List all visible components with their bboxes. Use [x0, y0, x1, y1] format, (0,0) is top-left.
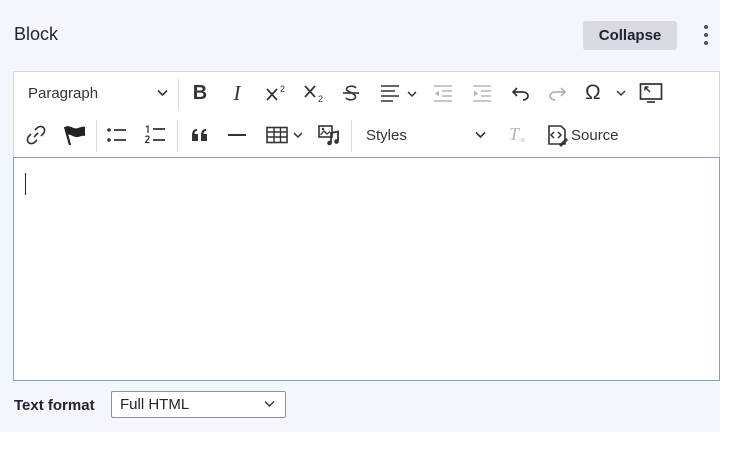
redo-button[interactable] [544, 79, 572, 107]
remove-format-button[interactable]: T × [504, 121, 532, 149]
fullscreen-icon [639, 83, 663, 103]
remove-format-icon: T × [509, 125, 525, 145]
more-options-icon[interactable] [696, 22, 716, 48]
styles-dropdown[interactable]: Styles [358, 121, 496, 149]
text-format-selected-value: Full HTML [120, 396, 190, 413]
chevron-down-icon [475, 131, 486, 139]
table-icon [266, 126, 303, 144]
italic-icon: I [233, 80, 241, 105]
chevron-down-icon [616, 90, 626, 97]
horizontal-line-button[interactable] [223, 121, 251, 149]
superscript-button[interactable]: 2 [262, 79, 292, 107]
bold-icon: B [192, 81, 208, 104]
collapse-button[interactable]: Collapse [583, 21, 677, 50]
paragraph-dropdown-label: Paragraph [28, 84, 99, 102]
source-icon [548, 125, 568, 147]
anchor-flag-button[interactable] [58, 121, 90, 149]
source-button[interactable]: Source [541, 121, 625, 149]
horizontal-line-icon [228, 134, 246, 136]
toolbar-separator [177, 120, 178, 152]
text-format-select[interactable]: Full HTML [111, 391, 286, 418]
align-icon [381, 85, 417, 102]
strikethrough-icon [343, 85, 359, 101]
special-characters-icon: Ω [585, 81, 601, 104]
numbered-list-icon [144, 125, 165, 144]
media-button[interactable] [313, 121, 345, 149]
superscript-icon: 2 [266, 84, 285, 101]
block-panel: Block Collapse Paragraph B I 2 2 Ω Style… [0, 0, 720, 432]
toolbar-separator [96, 120, 97, 152]
chevron-down-icon [264, 401, 275, 407]
outdent-button[interactable] [429, 79, 457, 107]
blockquote-icon [192, 129, 207, 141]
link-icon [26, 125, 46, 145]
undo-icon [511, 87, 529, 101]
editor-toolbar: Paragraph B I 2 2 Ω Styles T × Source [13, 71, 720, 157]
text-cursor [25, 173, 26, 195]
paragraph-dropdown[interactable]: Paragraph [20, 78, 172, 108]
indent-button[interactable] [468, 79, 496, 107]
svg-text:2: 2 [280, 84, 285, 94]
subscript-icon: 2 [304, 85, 323, 104]
blockquote-button[interactable] [186, 121, 214, 149]
source-button-label: Source [571, 126, 619, 144]
block-title: Block [14, 24, 59, 44]
indent-icon [473, 85, 491, 102]
chevron-down-icon [157, 89, 168, 97]
redo-icon [549, 87, 567, 101]
numbered-list-button[interactable] [141, 121, 169, 149]
styles-dropdown-label: Styles [366, 126, 407, 144]
svg-text:×: × [520, 135, 525, 145]
bulleted-list-button[interactable] [103, 121, 131, 149]
italic-button[interactable]: I [224, 79, 250, 107]
align-dropdown[interactable] [376, 79, 422, 107]
special-characters-dropdown[interactable]: Ω [582, 79, 628, 107]
media-icon [318, 125, 339, 146]
toolbar-separator [351, 120, 352, 152]
toolbar-separator [178, 78, 179, 110]
subscript-button[interactable]: 2 [300, 79, 330, 107]
table-dropdown[interactable] [262, 121, 308, 149]
editor-content-area[interactable] [13, 157, 720, 381]
outdent-icon [434, 85, 452, 102]
link-button[interactable] [22, 121, 50, 149]
strikethrough-button[interactable] [338, 79, 364, 107]
undo-button[interactable] [506, 79, 534, 107]
bold-button[interactable]: B [187, 79, 213, 107]
svg-text:2: 2 [318, 94, 323, 104]
flag-icon [63, 126, 85, 146]
fullscreen-button[interactable] [636, 79, 666, 107]
bulleted-list-icon [107, 128, 126, 142]
text-format-label: Text format [14, 397, 95, 414]
